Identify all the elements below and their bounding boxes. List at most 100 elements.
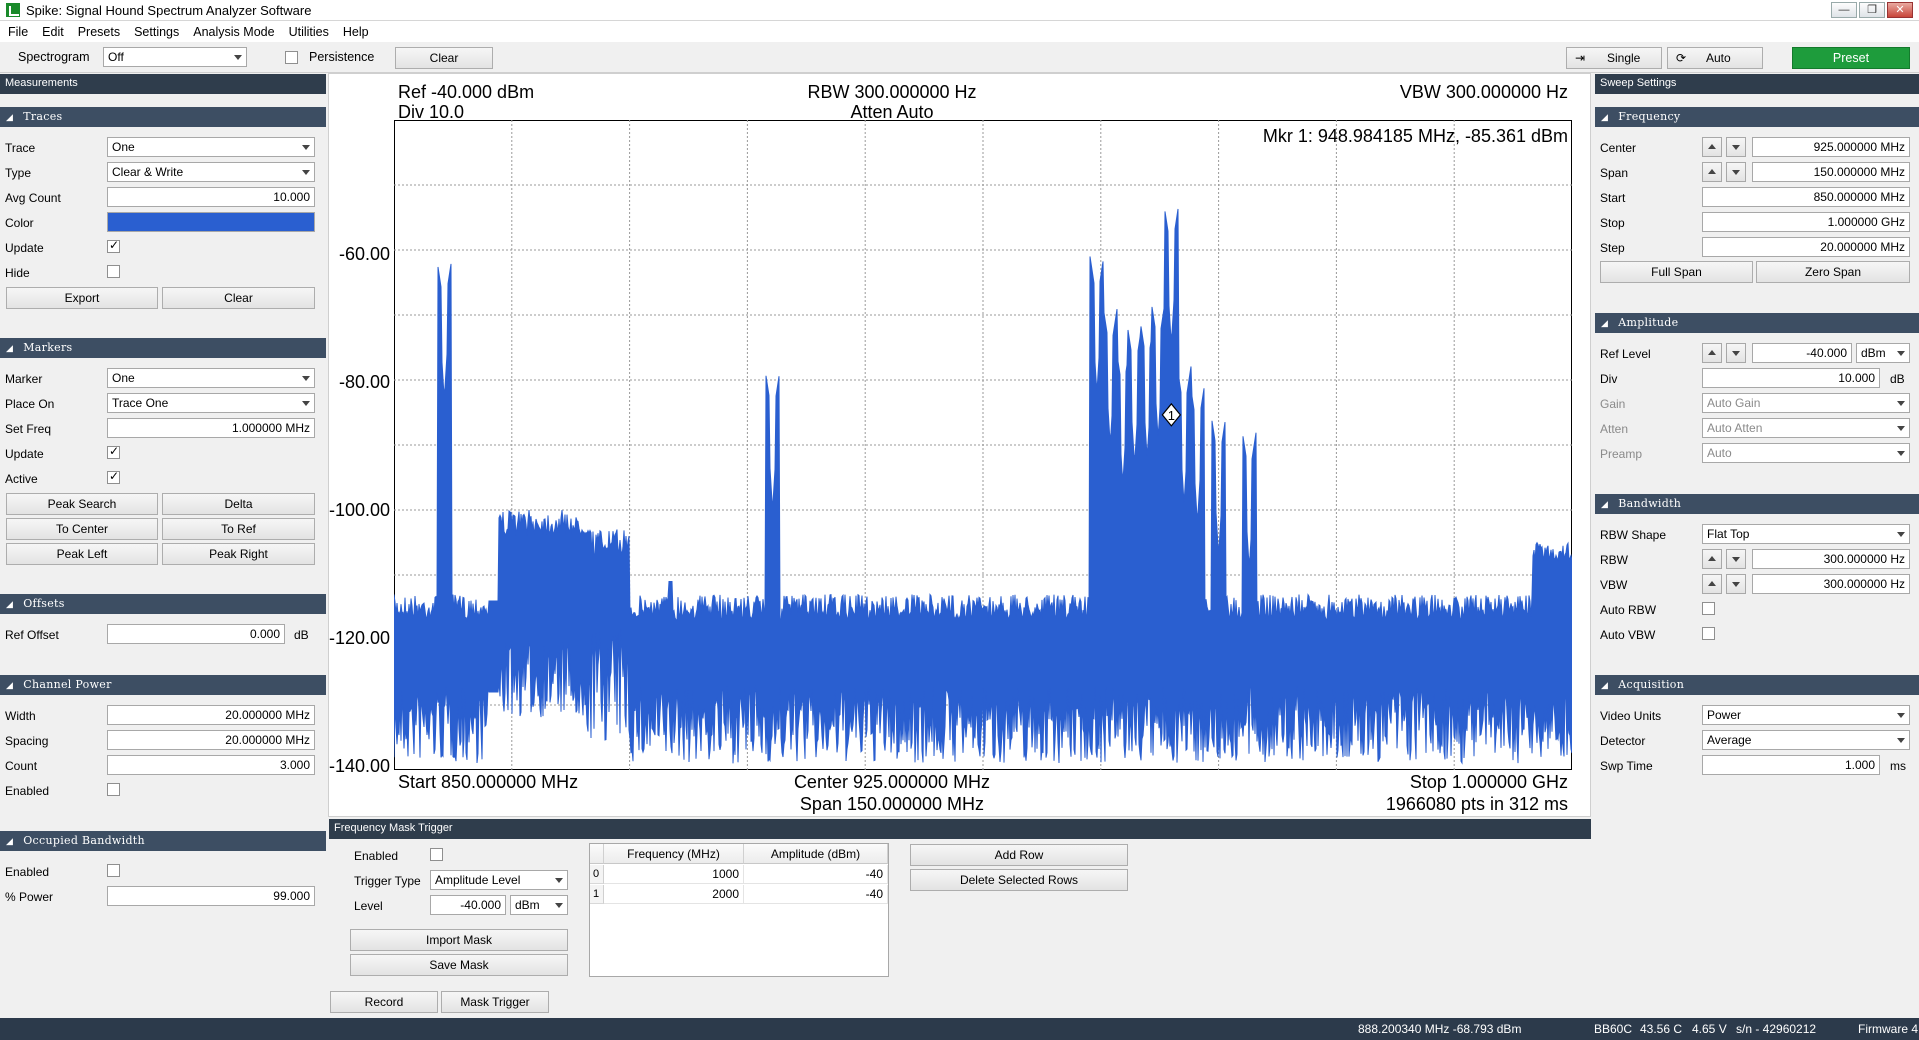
- auto-sweep-button[interactable]: ⟳ Auto: [1667, 47, 1763, 69]
- full-span-button[interactable]: Full Span: [1600, 261, 1753, 283]
- vbw-input[interactable]: 300.000000 Hz: [1752, 574, 1910, 594]
- auto-vbw-checkbox[interactable]: [1702, 627, 1715, 640]
- center-down-icon[interactable]: [1726, 137, 1746, 157]
- menu-utilities[interactable]: Utilities: [289, 25, 329, 39]
- detector-select[interactable]: Average: [1702, 730, 1910, 750]
- center-up-icon[interactable]: [1702, 137, 1722, 157]
- to-ref-button[interactable]: To Ref: [162, 518, 315, 540]
- preset-button[interactable]: Preset: [1792, 47, 1910, 69]
- acquisition-section-header[interactable]: ◢ Acquisition: [1595, 675, 1919, 695]
- level-input[interactable]: -40.000: [430, 895, 506, 915]
- mask-enabled-checkbox[interactable]: [430, 848, 443, 861]
- menu-edit[interactable]: Edit: [42, 25, 64, 39]
- markers-section-header[interactable]: ◢ Markers: [0, 338, 326, 358]
- spectrum-plot[interactable]: 1: [394, 120, 1572, 770]
- row-index[interactable]: 0: [590, 865, 604, 884]
- table-cell-frequency[interactable]: 2000: [604, 885, 744, 904]
- start-freq-input[interactable]: 850.000000 MHz: [1702, 187, 1910, 207]
- close-button[interactable]: ✕: [1887, 2, 1913, 18]
- menu-analysis-mode[interactable]: Analysis Mode: [193, 25, 274, 39]
- menu-settings[interactable]: Settings: [134, 25, 179, 39]
- level-unit-select[interactable]: dBm: [510, 895, 568, 915]
- single-sweep-button[interactable]: ⇥ Single: [1566, 47, 1662, 69]
- trigger-type-select[interactable]: Amplitude Level: [430, 870, 568, 890]
- zero-span-button[interactable]: Zero Span: [1756, 261, 1910, 283]
- marker-select[interactable]: One: [107, 368, 315, 388]
- spectrogram-select[interactable]: Off: [103, 47, 247, 67]
- delta-button[interactable]: Delta: [162, 493, 315, 515]
- video-units-select[interactable]: Power: [1702, 705, 1910, 725]
- channel-spacing-input[interactable]: 20.000000 MHz: [107, 730, 315, 750]
- trace-type-select[interactable]: Clear & Write: [107, 162, 315, 182]
- stop-freq-input[interactable]: 1.000000 GHz: [1702, 212, 1910, 232]
- marker-update-checkbox[interactable]: [107, 444, 120, 459]
- atten-select[interactable]: Auto Atten: [1702, 418, 1910, 438]
- offsets-section-header[interactable]: ◢ Offsets: [0, 594, 326, 614]
- rbw-input[interactable]: 300.000000 Hz: [1752, 549, 1910, 569]
- ref-level-unit-select[interactable]: dBm: [1856, 343, 1910, 363]
- delete-selected-rows-button[interactable]: Delete Selected Rows: [910, 869, 1128, 891]
- trace-clear-button[interactable]: Clear: [162, 287, 315, 309]
- trace-select[interactable]: One: [107, 137, 315, 157]
- tab-mask-trigger[interactable]: Mask Trigger: [441, 991, 549, 1013]
- occupied-bandwidth-section-header[interactable]: ◢ Occupied Bandwidth: [0, 831, 326, 851]
- tab-record[interactable]: Record: [330, 991, 438, 1013]
- spectrum-display[interactable]: Ref -40.000 dBm Div 10.0 RBW 300.000000 …: [328, 73, 1591, 817]
- ref-level-up-icon[interactable]: [1702, 343, 1722, 363]
- auto-rbw-checkbox[interactable]: [1702, 602, 1715, 615]
- menu-presets[interactable]: Presets: [78, 25, 120, 39]
- save-mask-button[interactable]: Save Mask: [350, 954, 568, 976]
- span-input[interactable]: 150.000000 MHz: [1752, 162, 1910, 182]
- rbw-down-icon[interactable]: [1726, 549, 1746, 569]
- channel-width-input[interactable]: 20.000000 MHz: [107, 705, 315, 725]
- avg-count-input[interactable]: 10.000: [107, 187, 315, 207]
- toolbar-clear-button[interactable]: Clear: [395, 47, 493, 69]
- trace-update-checkbox[interactable]: [107, 238, 120, 253]
- maximize-button[interactable]: ❐: [1859, 2, 1885, 18]
- swp-time-input[interactable]: 1.000: [1702, 755, 1880, 775]
- table-cell-frequency[interactable]: 1000: [604, 865, 744, 884]
- peak-search-button[interactable]: Peak Search: [6, 493, 158, 515]
- export-button[interactable]: Export: [6, 287, 158, 309]
- channel-enabled-checkbox[interactable]: [107, 783, 120, 796]
- to-center-button[interactable]: To Center: [6, 518, 158, 540]
- span-down-icon[interactable]: [1726, 162, 1746, 182]
- trace-color-swatch[interactable]: [107, 212, 315, 232]
- peak-right-button[interactable]: Peak Right: [162, 543, 315, 565]
- minimize-button[interactable]: —: [1831, 2, 1857, 18]
- menu-help[interactable]: Help: [343, 25, 369, 39]
- menu-file[interactable]: File: [8, 25, 28, 39]
- ref-level-down-icon[interactable]: [1726, 343, 1746, 363]
- rbw-up-icon[interactable]: [1702, 549, 1722, 569]
- frequency-section-header[interactable]: ◢ Frequency: [1595, 107, 1919, 127]
- peak-left-button[interactable]: Peak Left: [6, 543, 158, 565]
- traces-section-header[interactable]: ◢ Traces: [0, 107, 326, 127]
- vbw-up-icon[interactable]: [1702, 574, 1722, 594]
- table-cell-amplitude[interactable]: -40: [744, 885, 888, 904]
- table-cell-amplitude[interactable]: -40: [744, 865, 888, 884]
- place-on-select[interactable]: Trace One: [107, 393, 315, 413]
- channel-count-input[interactable]: 3.000: [107, 755, 315, 775]
- trace-hide-checkbox[interactable]: [107, 265, 120, 278]
- import-mask-button[interactable]: Import Mask: [350, 929, 568, 951]
- persistence-checkbox[interactable]: [285, 51, 298, 64]
- add-row-button[interactable]: Add Row: [910, 844, 1128, 866]
- channel-power-section-header[interactable]: ◢ Channel Power: [0, 675, 326, 695]
- center-freq-input[interactable]: 925.000000 MHz: [1752, 137, 1910, 157]
- preamp-select[interactable]: Auto: [1702, 443, 1910, 463]
- col-header-frequency[interactable]: Frequency (MHz): [604, 844, 744, 864]
- power-percent-input[interactable]: 99.000: [107, 886, 315, 906]
- vbw-down-icon[interactable]: [1726, 574, 1746, 594]
- row-index[interactable]: 1: [590, 885, 604, 904]
- rbw-shape-select[interactable]: Flat Top: [1702, 524, 1910, 544]
- col-header-amplitude[interactable]: Amplitude (dBm): [744, 844, 888, 864]
- step-input[interactable]: 20.000000 MHz: [1702, 237, 1910, 257]
- set-freq-input[interactable]: 1.000000 MHz: [107, 418, 315, 438]
- bandwidth-section-header[interactable]: ◢ Bandwidth: [1595, 494, 1919, 514]
- div-input[interactable]: 10.000: [1702, 368, 1880, 388]
- ref-level-input[interactable]: -40.000: [1752, 343, 1852, 363]
- obw-enabled-checkbox[interactable]: [107, 864, 120, 877]
- gain-select[interactable]: Auto Gain: [1702, 393, 1910, 413]
- marker-active-checkbox[interactable]: [107, 469, 120, 484]
- amplitude-section-header[interactable]: ◢ Amplitude: [1595, 313, 1919, 333]
